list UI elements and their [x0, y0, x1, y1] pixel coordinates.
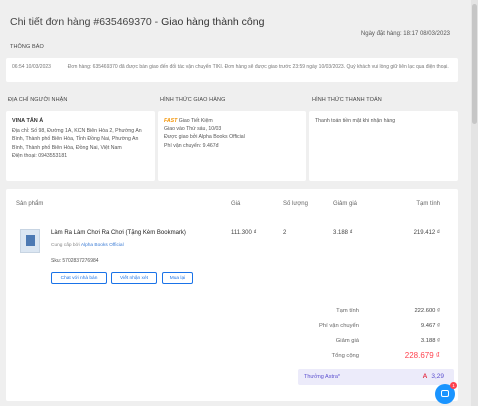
- notice-section-label: THÔNG BÁO: [10, 44, 44, 50]
- notice-card: 06:54 10/03/2023 Đơn hàng: 635469370 đã …: [6, 58, 458, 82]
- fast-badge: FAST: [164, 118, 178, 124]
- recipient-phone: Điện thoại: 0943553181: [12, 152, 68, 159]
- shipping-fee: Phí vận chuyển: 9.467đ: [164, 142, 219, 149]
- col-price: Giá: [231, 201, 241, 207]
- order-detail-page: Chi tiết đơn hàng #635469370 - Giao hàng…: [0, 0, 470, 406]
- chat-bubble-icon: [441, 390, 449, 397]
- summary-discount-value: 3.188 ₫: [420, 338, 440, 344]
- shipping-card: FAST Giao Tiết Kiệm Giao vào Thứ sáu, 10…: [158, 111, 306, 181]
- summary-shipping-label: Phí vận chuyển: [319, 323, 359, 329]
- seller-prefix: Cung cấp bởi: [51, 243, 81, 248]
- page-scrollbar[interactable]: [471, 0, 478, 406]
- payment-section-label: HÌNH THỨC THANH TOÁN: [312, 97, 382, 103]
- astra-value: 3,29: [431, 373, 444, 380]
- col-subtotal: Tạm tính: [416, 201, 440, 207]
- col-product: Sản phẩm: [16, 201, 44, 207]
- page-title: Chi tiết đơn hàng #635469370 - Giao hàng…: [10, 16, 264, 28]
- astra-reward: Thưởng Astra* A 3,29: [298, 369, 454, 385]
- product-subtotal: 219.412 ₫: [413, 230, 440, 236]
- product-discount: 3.188 ₫: [333, 230, 353, 236]
- astra-logo-icon: A: [422, 373, 428, 380]
- summary-subtotal-value: 222.600 ₫: [414, 308, 440, 314]
- chat-seller-button[interactable]: Chat với nhà bán: [51, 272, 107, 284]
- summary-shipping-value: 9.467 ₫: [420, 323, 440, 329]
- product-seller: Cung cấp bởi Alpha Books Official: [51, 243, 124, 248]
- notice-message: Đơn hàng: 635469370 đã được bàn giao đến…: [67, 64, 449, 70]
- summary-total-value: 228.679 ₫: [404, 351, 440, 360]
- address-card: VINA TÂN Á Địa chỉ: Số 98, Đường 1A, KCN…: [6, 111, 155, 181]
- shipping-method: FAST Giao Tiết Kiệm: [164, 117, 300, 125]
- title-prefix: Chi tiết đơn hàng #: [10, 16, 100, 28]
- summary-discount-label: Giảm giá: [335, 338, 359, 344]
- seller-link[interactable]: Alpha Books Official: [81, 243, 124, 248]
- address-section-label: ĐỊA CHỈ NGƯỜI NHẬN: [8, 97, 68, 103]
- shipping-provider: Được giao bởi Alpha Books Official: [164, 134, 245, 141]
- astra-label: Thưởng Astra*: [304, 374, 341, 380]
- product-quantity: 2: [283, 230, 287, 236]
- col-quantity: Số lượng: [283, 201, 308, 207]
- payment-card: Thanh toán tiền mặt khi nhận hàng: [309, 111, 458, 181]
- scrollbar-thumb[interactable]: [472, 4, 477, 124]
- shipping-carrier: Giao Tiết Kiệm: [178, 118, 213, 124]
- payment-method: Thanh toán tiền mặt khi nhận hàng: [315, 118, 396, 124]
- recipient-name: VINA TÂN Á: [12, 118, 44, 124]
- summary-subtotal-label: Tạm tính: [336, 308, 359, 314]
- chat-button[interactable]: 1: [435, 382, 457, 404]
- chat-badge: 1: [450, 382, 457, 389]
- order-number: 635469370: [99, 16, 152, 28]
- notice-time: 06:54 10/03/2023: [12, 64, 51, 70]
- order-status: Giao hàng thành công: [161, 16, 265, 28]
- product-thumbnail[interactable]: [20, 229, 40, 253]
- write-review-button[interactable]: Viết nhận xét: [111, 272, 157, 284]
- product-price: 111.300 ₫: [231, 230, 257, 236]
- order-date: Ngày đặt hàng: 18:17 08/03/2023: [360, 31, 450, 37]
- title-separator: -: [151, 16, 162, 28]
- recipient-address: Địa chỉ: Số 98, Đường 1A, KCN Biên Hòa 2…: [12, 128, 142, 151]
- product-name[interactable]: Làm Ra Làm Chơi Ra Chơi (Tặng Kèm Bookma…: [51, 230, 186, 236]
- astra-value-wrap: A 3,29: [423, 373, 444, 380]
- delivery-date: Giao vào Thứ sáu, 10/03: [164, 126, 222, 133]
- buy-again-button[interactable]: Mua lại: [162, 272, 193, 284]
- col-discount: Giảm giá: [333, 201, 358, 207]
- product-sku: Sku: 5702837276984: [51, 258, 99, 264]
- summary-total-label: Tổng cộng: [331, 353, 359, 359]
- shipping-section-label: HÌNH THỨC GIAO HÀNG: [160, 97, 226, 103]
